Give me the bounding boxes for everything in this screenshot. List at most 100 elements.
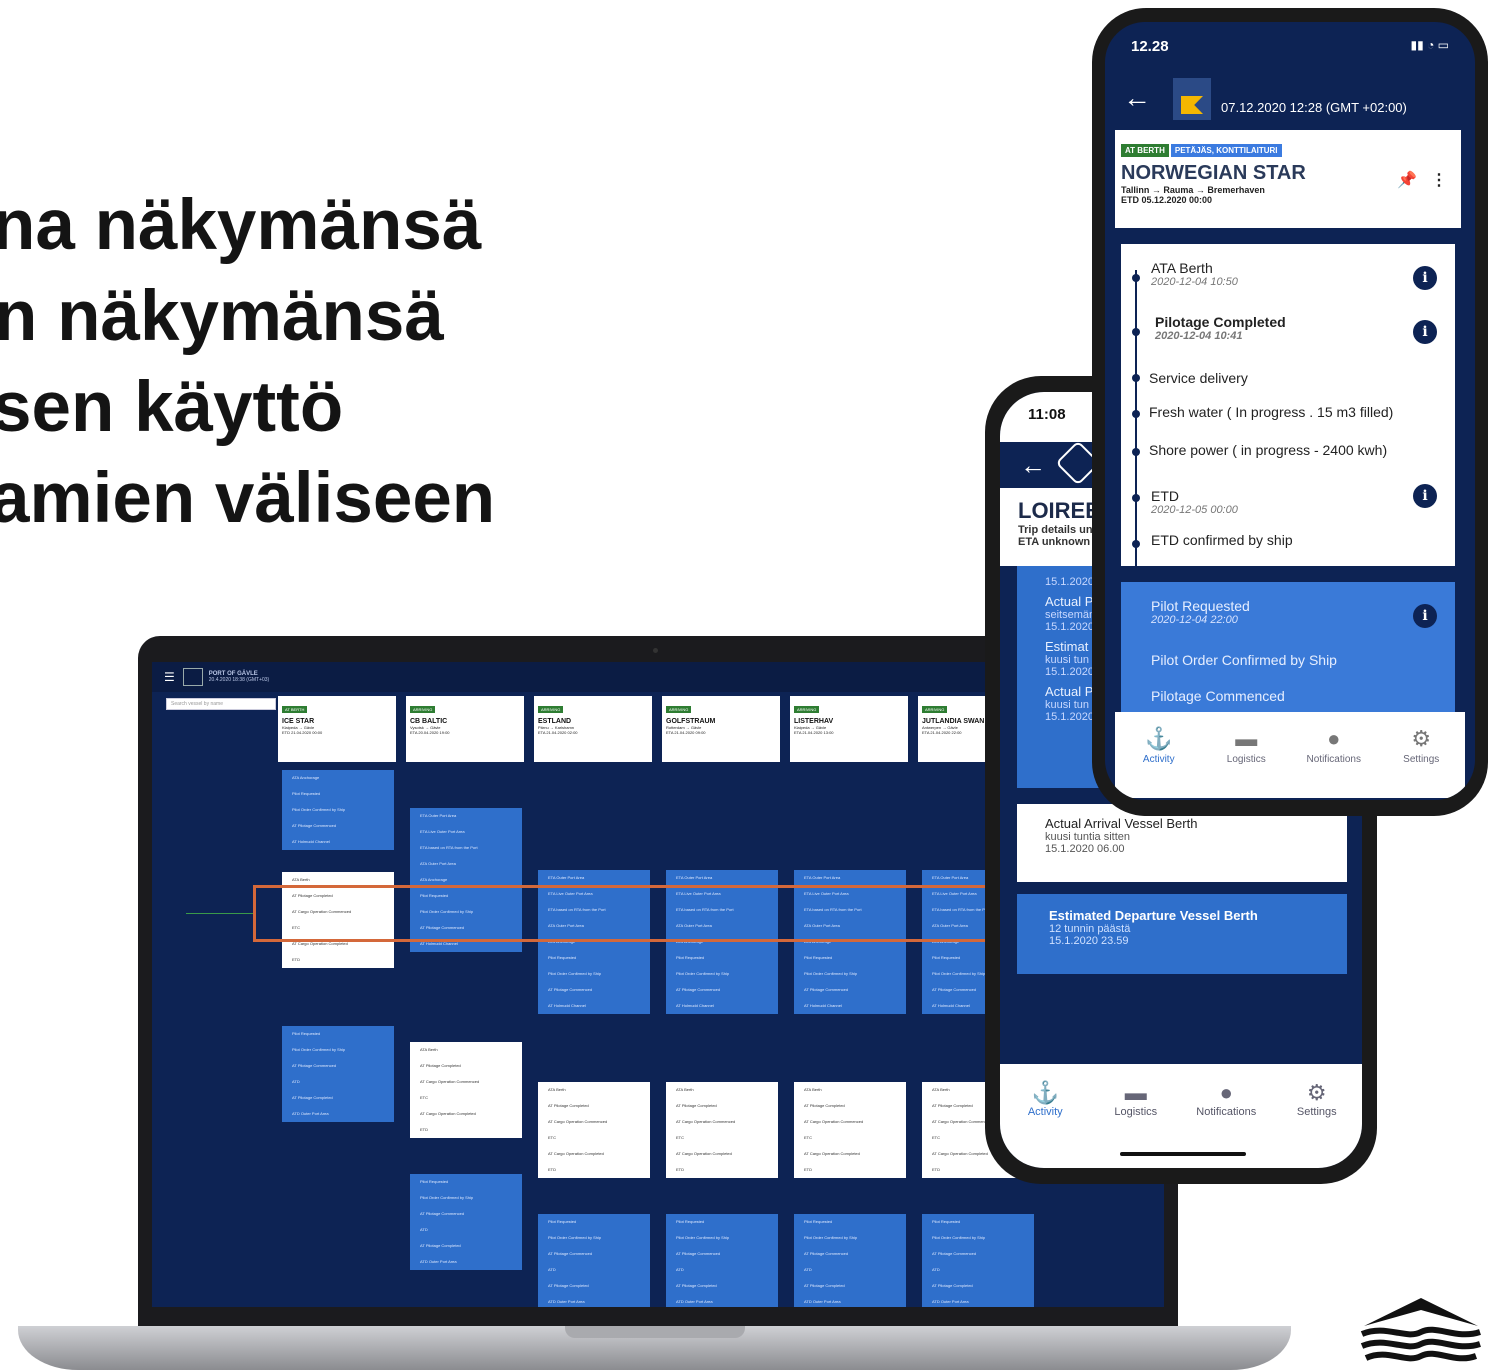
timeline-row[interactable]: AT Pilotage Completed <box>666 1278 778 1294</box>
timeline-row[interactable]: ETD <box>666 1162 778 1178</box>
event-etd-confirmed[interactable]: ETD confirmed by ship <box>1151 532 1293 548</box>
timeline-row[interactable]: ETA Live Outer Port Area <box>410 824 522 840</box>
timeline-row[interactable]: ETD <box>794 1162 906 1178</box>
timeline-row[interactable]: AT Cargo Operation Commenced <box>538 1114 650 1130</box>
timeline-row[interactable]: AT Pilotage Commenced <box>794 1246 906 1262</box>
timeline-row[interactable]: AT Pilotage Completed <box>922 1278 1034 1294</box>
timeline-row[interactable]: AT Pilotage Commenced <box>410 1206 522 1222</box>
timeline-row[interactable]: ETA based on RTA from the Port <box>410 840 522 856</box>
pin-icon[interactable]: 📌 <box>1397 170 1417 190</box>
info-icon[interactable]: i <box>1413 604 1437 628</box>
timeline-row[interactable]: AT Pilotage Completed <box>538 1098 650 1114</box>
timeline-row[interactable]: Pilot Requested <box>410 1174 522 1190</box>
nav-activity[interactable]: ⚓ Activity <box>1005 1080 1085 1168</box>
timeline-row[interactable]: ATD Outer Port Area <box>410 1254 522 1270</box>
event-pilotage-completed[interactable]: Pilotage Completed 2020-12-04 10:41 <box>1155 314 1286 342</box>
event-pilot-order-confirmed[interactable]: Pilot Order Confirmed by Ship <box>1151 652 1337 668</box>
timeline-row[interactable]: ETC <box>666 1130 778 1146</box>
timeline-row[interactable]: Pilot Requested <box>794 1214 906 1230</box>
timeline-row[interactable]: AT Pilotage Commenced <box>666 982 778 998</box>
timeline-row[interactable]: AT Pilotage Completed <box>794 1278 906 1294</box>
timeline-row[interactable]: AT Pilotage Commenced <box>666 1246 778 1262</box>
timeline-row[interactable]: AT Pilotage Completed <box>538 1278 650 1294</box>
timeline-row[interactable]: ATD Outer Port Area <box>794 1294 906 1307</box>
timeline-row[interactable]: Pilot Requested <box>666 1214 778 1230</box>
vessel-header[interactable]: ARRIVING LISTERHAV Klaipeda → Gävle ETA 21.… <box>790 696 908 762</box>
timeline-row[interactable]: Pilot Requested <box>666 950 778 966</box>
timeline-row[interactable]: ATD <box>538 1262 650 1278</box>
event-fresh-water[interactable]: Fresh water ( In progress . 15 m3 filled… <box>1149 404 1393 420</box>
vessel-search-input[interactable]: Search vessel by name <box>166 698 276 710</box>
timeline-row[interactable]: AT Pilotage Commenced <box>794 982 906 998</box>
timeline-row[interactable]: ATA Outer Port Area <box>410 856 522 872</box>
timeline-row[interactable]: ATA Berth <box>538 1082 650 1098</box>
event-service-delivery[interactable]: Service delivery <box>1149 370 1248 386</box>
timeline-row[interactable]: AT Cargo Operation Commenced <box>794 1114 906 1130</box>
timeline-row[interactable]: ATD <box>794 1262 906 1278</box>
timeline-row[interactable]: ATD <box>666 1262 778 1278</box>
timeline-row[interactable]: AT Holmudd Channel <box>794 998 906 1014</box>
timeline-row[interactable]: Pilot Order Confirmed by Ship <box>410 1190 522 1206</box>
more-options-icon[interactable]: ⋮ <box>1431 170 1447 190</box>
timeline-row[interactable]: AT Holmudd Channel <box>666 998 778 1014</box>
info-icon[interactable]: i <box>1413 320 1437 344</box>
back-arrow-icon[interactable]: ← <box>1123 82 1151 114</box>
timeline-row[interactable]: Pilot Requested <box>538 1214 650 1230</box>
vessel-header[interactable]: ARRIVING ESTLAND Pärnu → Karlshamn ETA 21.0… <box>534 696 652 762</box>
timeline-row[interactable]: ETD <box>538 1162 650 1178</box>
timeline-row[interactable]: AT Pilotage Commenced <box>282 818 394 834</box>
timeline-row[interactable]: AT Cargo Operation Completed <box>410 1106 522 1122</box>
timeline-row[interactable]: AT Pilotage Commenced <box>922 1246 1034 1262</box>
timeline-row[interactable]: Pilot Order Confirmed by Ship <box>282 1042 394 1058</box>
timeline-row[interactable]: ATD <box>282 1074 394 1090</box>
timeline-row[interactable]: AT Cargo Operation Commenced <box>666 1114 778 1130</box>
timeline-row[interactable]: ATD <box>922 1262 1034 1278</box>
timeline-row[interactable]: ATD Outer Port Area <box>922 1294 1034 1307</box>
event-etd[interactable]: ETD 2020-12-05 00:00 <box>1151 488 1238 516</box>
timeline-row[interactable]: Pilot Order Confirmed by Ship <box>666 1230 778 1246</box>
timeline-row[interactable]: AT Holmudd Channel <box>538 998 650 1014</box>
vessel-header[interactable]: AT BERTH ICE STAR Klaipeda → Gävle ETD 21.0… <box>278 696 396 762</box>
timeline-row[interactable]: ETA Outer Port Area <box>666 870 778 886</box>
timeline-row[interactable]: Pilot Order Confirmed by Ship <box>282 802 394 818</box>
nav-settings[interactable]: ⚙ Settings <box>1277 1080 1357 1168</box>
departure-event-card[interactable]: Estimated Departure Vessel Berth 12 tunn… <box>1017 894 1347 974</box>
timeline-row[interactable]: AT Pilotage Commenced <box>538 1246 650 1262</box>
nav-notifications[interactable]: ● Notifications <box>1294 726 1374 798</box>
timeline-row[interactable]: ETD <box>282 952 394 968</box>
timeline-row[interactable]: Pilot Requested <box>282 1026 394 1042</box>
timeline-row[interactable]: ETA Outer Port Area <box>538 870 650 886</box>
timeline-row[interactable]: ATD Outer Port Area <box>282 1106 394 1122</box>
nav-logistics[interactable]: ▬ Logistics <box>1206 726 1286 798</box>
vessel-header[interactable]: ARRIVING CB BALTIC Vysotsk → Gävle ETA 20.0… <box>406 696 524 762</box>
event-ata-berth[interactable]: ATA Berth 2020-12-04 10:50 <box>1151 260 1238 288</box>
timeline-row[interactable]: Pilot Order Confirmed by Ship <box>922 1230 1034 1246</box>
back-arrow-icon[interactable]: ← <box>1020 450 1046 481</box>
info-icon[interactable]: i <box>1413 266 1437 290</box>
timeline-row[interactable]: Pilot Order Confirmed by Ship <box>538 1230 650 1246</box>
timeline-row[interactable]: AT Cargo Operation Commenced <box>410 1074 522 1090</box>
nav-activity[interactable]: ⚓ Activity <box>1119 726 1199 798</box>
timeline-row[interactable]: ATA Berth <box>666 1082 778 1098</box>
timeline-row[interactable]: AT Pilotage Commenced <box>282 1058 394 1074</box>
event-pilot-requested[interactable]: Pilot Requested 2020-12-04 22:00 <box>1151 598 1250 626</box>
timeline-row[interactable]: ETC <box>410 1090 522 1106</box>
timeline-row[interactable]: ETC <box>538 1130 650 1146</box>
timeline-row[interactable]: Pilot Requested <box>538 950 650 966</box>
timeline-row[interactable]: Pilot Order Confirmed by Ship <box>794 1230 906 1246</box>
timeline-row[interactable]: AT Pilotage Completed <box>410 1238 522 1254</box>
event-pilotage-commenced[interactable]: Pilotage Commenced <box>1151 688 1285 704</box>
timeline-row[interactable]: ETA Outer Port Area <box>410 808 522 824</box>
timeline-row[interactable]: Pilot Requested <box>922 1214 1034 1230</box>
timeline-row[interactable]: ATA Berth <box>794 1082 906 1098</box>
timeline-row[interactable]: AT Cargo Operation Completed <box>538 1146 650 1162</box>
timeline-row[interactable]: AT Pilotage Commenced <box>538 982 650 998</box>
timeline-row[interactable]: ATD <box>410 1222 522 1238</box>
timeline-row[interactable]: ATD Outer Port Area <box>666 1294 778 1307</box>
timeline-row[interactable]: ATA Anchorage <box>282 770 394 786</box>
timeline-row[interactable]: AT Cargo Operation Completed <box>794 1146 906 1162</box>
timeline-row[interactable]: Pilot Requested <box>282 786 394 802</box>
timeline-row[interactable]: Pilot Order Confirmed by Ship <box>666 966 778 982</box>
timeline-row[interactable]: ATD Outer Port Area <box>538 1294 650 1307</box>
timeline-row[interactable]: AT Pilotage Completed <box>666 1098 778 1114</box>
